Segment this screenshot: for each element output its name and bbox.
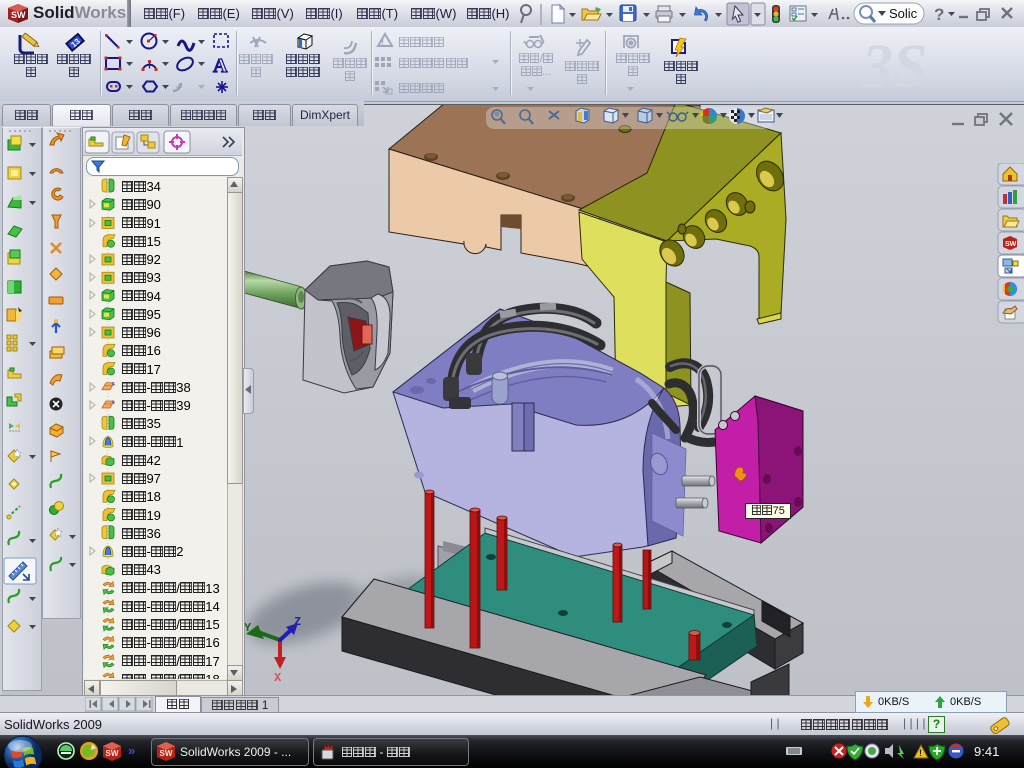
svg-text:SW: SW (106, 749, 119, 758)
svg-text:Z: Z (294, 615, 301, 629)
svg-text:9:41: 9:41 (974, 744, 999, 759)
svg-text:SW: SW (160, 749, 173, 758)
svg-text:X: X (274, 671, 282, 685)
svg-text:SW: SW (11, 10, 26, 20)
svg-text:3S: 3S (861, 33, 927, 101)
svg-text:Y: Y (244, 621, 252, 635)
svg-text:?: ? (934, 5, 944, 24)
svg-text:A: A (213, 55, 228, 77)
svg-text:SW: SW (1005, 241, 1017, 248)
svg-text:!: ! (381, 37, 384, 47)
svg-text:»: » (128, 743, 135, 758)
svg-text:Solic: Solic (889, 6, 918, 21)
svg-text:!: ! (919, 748, 922, 758)
